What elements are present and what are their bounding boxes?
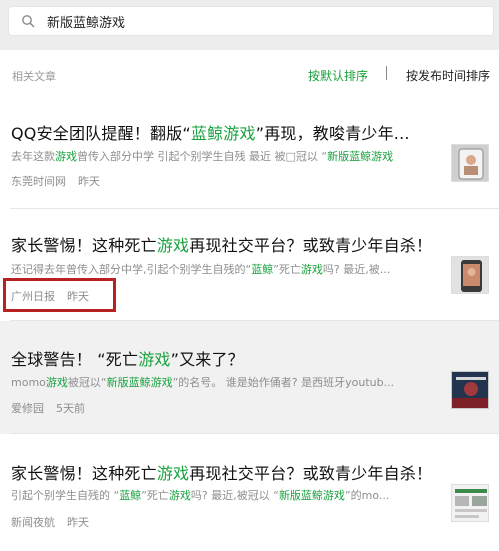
result-thumbnail	[451, 484, 489, 522]
result-thumbnail	[451, 256, 489, 294]
results-panel: 相关文章 按默认排序 按发布时间排序 QQ安全团队提醒！翻版“蓝鲸游戏”再现，教…	[0, 50, 499, 551]
result-thumbnail	[451, 371, 489, 409]
result-item[interactable]: QQ安全团队提醒！翻版“蓝鲸游戏”再现，教唆青少年... 去年这款游戏曾传入部分…	[0, 100, 499, 209]
sort-divider	[386, 66, 387, 80]
search-icon	[22, 15, 35, 28]
sort-by-time-button[interactable]: 按发布时间排序	[406, 67, 490, 84]
result-date: 昨天	[78, 175, 100, 188]
result-meta: 新闻夜航 昨天	[11, 514, 89, 530]
search-bar[interactable]	[8, 6, 494, 36]
result-snippet: 还记得去年曾传入部分中学,引起个别学生自残的“蓝鲸”死亡游戏吗? 最近,被...	[11, 263, 391, 276]
result-snippet: 去年这款游戏曾传入部分中学 引起个别学生自残 最近 被□冠以 “新版蓝鲸游戏	[11, 150, 394, 163]
result-thumbnail	[451, 144, 489, 182]
section-label: 相关文章	[12, 70, 56, 83]
result-title: 全球警告！ “死亡游戏”又来了？	[11, 350, 244, 369]
result-source: 新闻夜航	[11, 516, 55, 529]
result-date: 昨天	[67, 516, 89, 529]
result-date: 5天前	[56, 402, 85, 415]
result-item[interactable]: 全球警告！ “死亡游戏”又来了？ momo游戏被冠以“新版蓝鲸游戏”的名号。 谁…	[0, 321, 499, 434]
result-title: QQ安全团队提醒！翻版“蓝鲸游戏”再现，教唆青少年...	[11, 124, 410, 143]
result-meta: 爱修园 5天前	[11, 400, 85, 416]
search-input[interactable]	[47, 13, 467, 29]
sort-bar: 相关文章 按默认排序 按发布时间排序	[0, 50, 499, 100]
result-source: 东莞时间网	[11, 175, 66, 188]
sort-default-button[interactable]: 按默认排序	[308, 67, 368, 84]
result-source: 爱修园	[11, 402, 44, 415]
result-snippet: momo游戏被冠以“新版蓝鲸游戏”的名号。 谁是始作俑者? 是西班牙youtub…	[11, 376, 395, 389]
result-item[interactable]: 家长警惕！这种死亡游戏再现社交平台？或致青少年自杀！ 引起个别学生自残的 “蓝鲸…	[0, 434, 499, 551]
result-title: 家长警惕！这种死亡游戏再现社交平台？或致青少年自杀！	[11, 464, 433, 483]
highlight-box	[3, 278, 116, 312]
result-title: 家长警惕！这种死亡游戏再现社交平台？或致青少年自杀！	[11, 236, 433, 255]
result-snippet: 引起个别学生自残的 “蓝鲸”死亡游戏吗? 最近,被冠以 “新版蓝鲸游戏”的mo.…	[11, 489, 390, 502]
result-meta: 东莞时间网 昨天	[11, 173, 100, 189]
